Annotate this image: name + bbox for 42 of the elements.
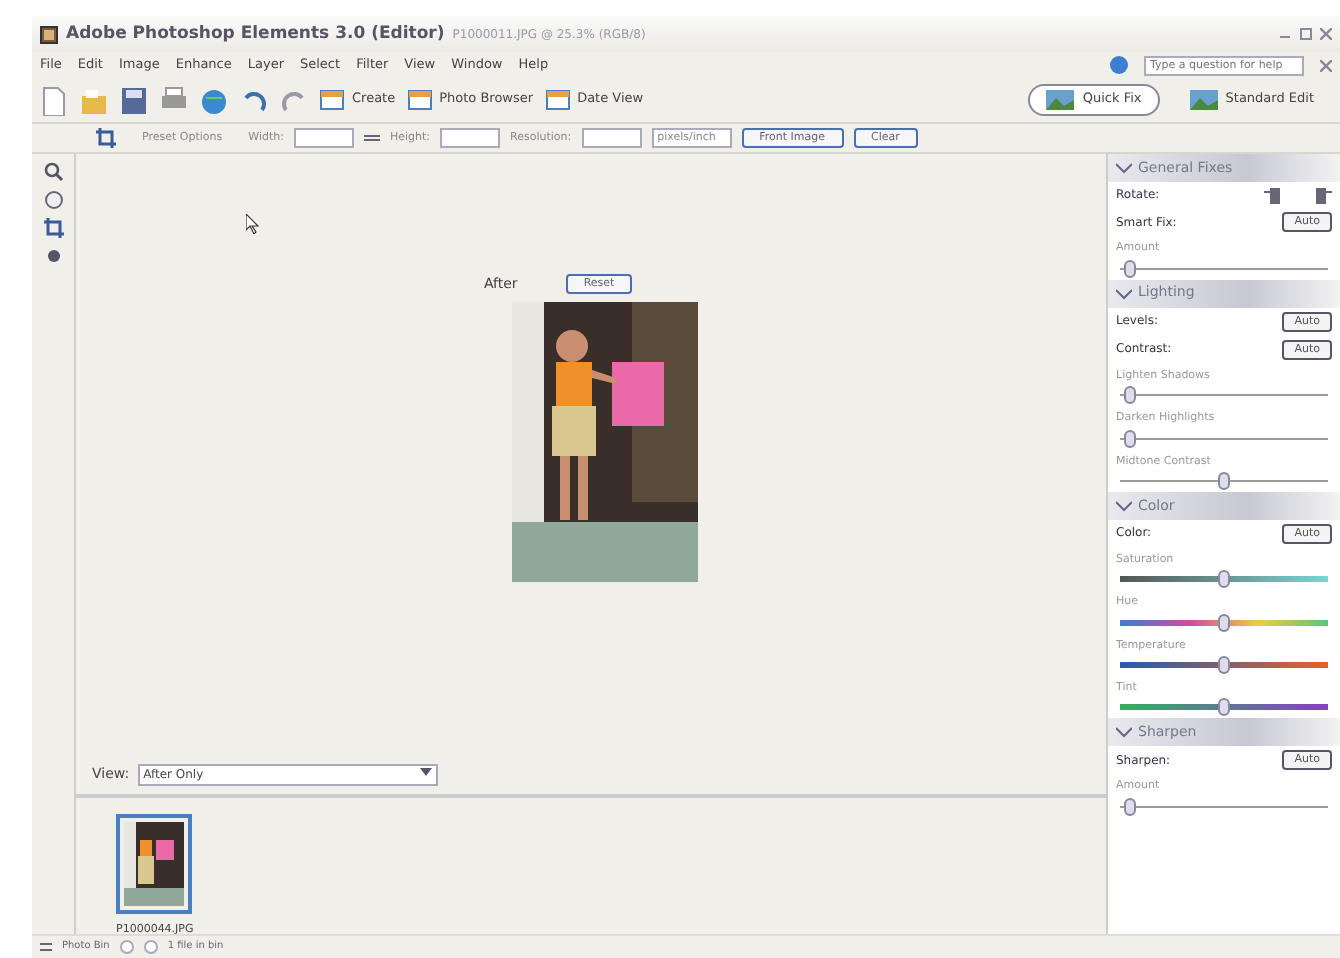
globe-icon[interactable] xyxy=(200,85,228,115)
close-icon[interactable] xyxy=(1320,59,1332,71)
slider-thumb[interactable] xyxy=(1124,797,1137,815)
previous-icon[interactable] xyxy=(119,940,134,954)
width-field[interactable] xyxy=(293,128,354,148)
swap-icon[interactable] xyxy=(363,132,380,144)
help-icon xyxy=(1110,56,1128,74)
slider-thumb[interactable] xyxy=(1124,386,1137,405)
expand-icon xyxy=(1116,287,1132,299)
window-title: Adobe Photoshop Elements 3.0 (Editor) xyxy=(66,21,445,47)
crop-icon[interactable] xyxy=(96,128,116,148)
slider-thumb[interactable] xyxy=(1124,429,1137,447)
height-field[interactable] xyxy=(440,128,501,148)
thumbnail[interactable] xyxy=(116,814,193,914)
crop-icon[interactable] xyxy=(43,218,63,238)
slider-thumb[interactable] xyxy=(1218,471,1230,490)
maximize-icon[interactable] xyxy=(1300,28,1312,40)
expand-icon xyxy=(1116,499,1132,512)
rotate-left-icon[interactable] xyxy=(1264,186,1282,204)
resolution-field[interactable] xyxy=(581,128,642,148)
next-icon[interactable] xyxy=(143,940,158,954)
close-icon[interactable] xyxy=(1320,28,1332,40)
save-icon[interactable] xyxy=(120,85,148,115)
expand-icon xyxy=(1116,162,1132,174)
cursor-icon xyxy=(246,214,260,234)
new-document-icon[interactable] xyxy=(40,85,68,115)
landscape-icon xyxy=(1189,90,1218,110)
slider-thumb[interactable] xyxy=(1218,613,1230,631)
open-folder-icon[interactable] xyxy=(80,85,108,115)
app-icon xyxy=(40,25,58,43)
slider-thumb[interactable] xyxy=(1218,570,1230,589)
landscape-icon xyxy=(1046,90,1075,110)
calendar-icon xyxy=(545,90,570,110)
calendar-icon xyxy=(407,90,432,110)
slider-thumb[interactable] xyxy=(1124,259,1137,277)
magnifier-icon[interactable] xyxy=(43,162,63,182)
bin-toggle-icon[interactable] xyxy=(40,942,52,952)
calendar-icon xyxy=(320,90,344,110)
slider-thumb[interactable] xyxy=(1218,655,1230,674)
expand-icon xyxy=(1116,726,1132,738)
slider-thumb[interactable] xyxy=(1218,698,1230,716)
rotate-right-icon[interactable] xyxy=(1314,186,1332,204)
